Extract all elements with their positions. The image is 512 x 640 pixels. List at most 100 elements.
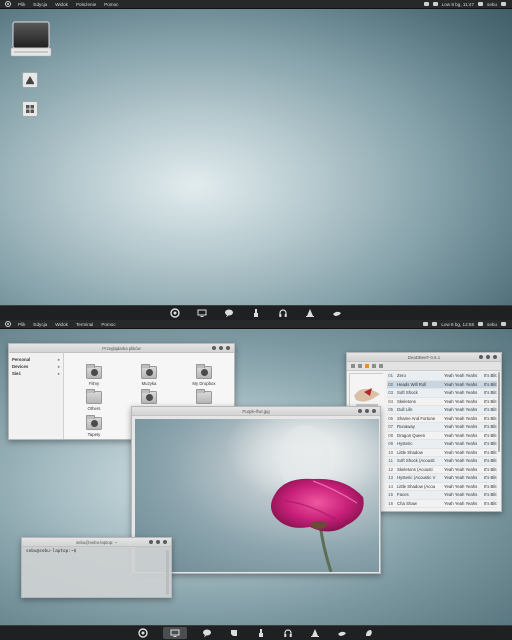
menu-file[interactable]: Plik bbox=[14, 322, 29, 327]
menu-location[interactable]: Położenie bbox=[72, 2, 100, 7]
clock[interactable]: Low 8 bg, 12:58 bbox=[441, 322, 474, 327]
chrome-icon[interactable] bbox=[136, 627, 150, 639]
clock[interactable]: Low 8 bg, 11:47 bbox=[442, 2, 474, 7]
dolphin-icon[interactable] bbox=[335, 627, 349, 639]
terminal-output[interactable]: sebu@sebu-laptop:~$ bbox=[22, 547, 171, 556]
track-album: It's Blit bbox=[484, 432, 497, 438]
playlist-row[interactable]: 09 Hysteric Yeah Yeah Yeahs It's Blit bbox=[387, 440, 497, 449]
pause-icon[interactable] bbox=[365, 364, 369, 368]
cone-icon[interactable] bbox=[303, 307, 317, 319]
playlist-row[interactable]: 06 Shame And Fortune Yeah Yeah Yeahs It's B… bbox=[387, 415, 497, 423]
hard-drive-icon[interactable] bbox=[10, 21, 52, 59]
windows-partition-icon[interactable] bbox=[22, 101, 38, 117]
ubuntu-logo-icon[interactable] bbox=[5, 1, 11, 7]
chat-icon[interactable] bbox=[222, 307, 236, 319]
headphones-icon[interactable] bbox=[276, 307, 290, 319]
folder-item[interactable]: Muzyka bbox=[129, 364, 169, 386]
headphones-icon[interactable] bbox=[281, 627, 295, 639]
track-title: Skeletons (Acousti bbox=[397, 466, 433, 472]
terminal-titlebar[interactable]: sebu@sebu-laptop: ~ bbox=[22, 538, 171, 547]
next-icon[interactable] bbox=[379, 364, 383, 368]
file-manager-titlebar[interactable]: Przeglądarka plików bbox=[9, 344, 234, 353]
cone-app-icon[interactable] bbox=[22, 72, 38, 88]
chat-icon[interactable] bbox=[200, 627, 214, 639]
close-button[interactable] bbox=[226, 346, 230, 350]
username[interactable]: sebu bbox=[487, 322, 497, 327]
minimize-button[interactable] bbox=[212, 346, 216, 350]
playlist-row[interactable]: 10 Little Shadow Yeah Yeah Yeahs It's Blit bbox=[387, 449, 497, 457]
brush-icon[interactable] bbox=[254, 627, 268, 639]
minimize-button[interactable] bbox=[479, 355, 483, 359]
power-icon[interactable] bbox=[501, 322, 506, 326]
menu-help[interactable]: Pomoc bbox=[100, 2, 122, 7]
menu-view[interactable]: Widok bbox=[51, 322, 72, 327]
monitor-icon[interactable] bbox=[195, 307, 209, 319]
play-icon[interactable] bbox=[358, 364, 362, 368]
battery-icon[interactable] bbox=[432, 2, 438, 6]
folder-item[interactable]: My Dropbox bbox=[184, 364, 224, 386]
image-viewer-titlebar[interactable]: Purple-flwr.jpg bbox=[132, 407, 380, 416]
playlist-row[interactable]: 07 Runaway Yeah Yeah Yeahs It's Blit bbox=[387, 423, 497, 432]
track-artist: Yeah Yeah Yeahs bbox=[444, 483, 478, 489]
brush-icon[interactable] bbox=[249, 307, 263, 319]
playlist-row[interactable]: 14 Little Shadow (Acou Yeah Yeah Yeahs It's… bbox=[387, 483, 497, 491]
folder-item[interactable]: Filmy bbox=[74, 364, 114, 386]
playlist-row[interactable]: 01 Zero Yeah Yeah Yeahs It's Blit bbox=[387, 372, 497, 381]
maximize-button[interactable] bbox=[156, 540, 160, 544]
folder-icon bbox=[141, 364, 157, 379]
battery-icon[interactable] bbox=[432, 322, 438, 326]
minimize-button[interactable] bbox=[149, 540, 153, 544]
notes-icon[interactable] bbox=[227, 627, 241, 639]
menu-file[interactable]: Plik bbox=[14, 2, 29, 7]
playlist-row[interactable]: 16 Cha Shaw Yeah Yeah Yeahs It's Blit bbox=[387, 500, 497, 508]
user-icon[interactable] bbox=[478, 322, 484, 326]
playlist-row[interactable]: 13 Hysteric (Acoustic V Yeah Yeah Yeahs It'… bbox=[387, 474, 497, 483]
user-icon[interactable] bbox=[478, 2, 484, 6]
playlist-row[interactable]: 15 Faces Yeah Yeah Yeahs It's Blit bbox=[387, 491, 497, 500]
mail-icon[interactable] bbox=[423, 2, 429, 6]
close-button[interactable] bbox=[372, 409, 376, 413]
menu-edit[interactable]: Edycja bbox=[29, 2, 51, 7]
folder-item[interactable]: Tapety bbox=[74, 415, 114, 437]
monitor-icon[interactable] bbox=[163, 627, 187, 639]
chrome-icon[interactable] bbox=[168, 307, 182, 319]
playlist-row[interactable]: 03 Soft Shock Yeah Yeah Yeahs It's Blit bbox=[387, 389, 497, 398]
playlist-row[interactable]: 05 Dull Life Yeah Yeah Yeahs It's Blit bbox=[387, 406, 497, 415]
maximize-button[interactable] bbox=[365, 409, 369, 413]
power-icon[interactable] bbox=[501, 2, 506, 6]
deadbeef-titlebar[interactable]: DeaDBeeF-0.6.1 bbox=[347, 353, 501, 362]
window-title: sebu@sebu-laptop: ~ bbox=[75, 539, 118, 545]
close-button[interactable] bbox=[493, 355, 497, 359]
sidebar-item-personal[interactable]: Personal ▸ bbox=[12, 356, 60, 363]
sidebar-item-devices[interactable]: Devices ▸ bbox=[12, 363, 60, 370]
maximize-button[interactable] bbox=[486, 355, 490, 359]
prev-icon[interactable] bbox=[372, 364, 376, 368]
playlist-row[interactable]: 04 Skeletons Yeah Yeah Yeahs It's Blit bbox=[387, 398, 497, 406]
sidebar-item-network[interactable]: Sieć ▸ bbox=[12, 370, 60, 377]
username[interactable]: sebu bbox=[487, 2, 497, 7]
playlist-row[interactable]: 08 Dragon Queen Yeah Yeah Yeahs It's Blit bbox=[387, 432, 497, 440]
ubuntu-logo-icon[interactable] bbox=[5, 321, 11, 327]
maximize-button[interactable] bbox=[219, 346, 223, 350]
folder-item[interactable]: Others bbox=[74, 389, 114, 411]
playlist-row[interactable]: 02 Heads Will Roll Yeah Yeah Yeahs It's Bli… bbox=[387, 380, 497, 389]
cone-icon[interactable] bbox=[308, 627, 322, 639]
playlist-scrollbar[interactable] bbox=[498, 372, 500, 452]
track-title: Hysteric (Acoustic V bbox=[397, 475, 436, 481]
terminal-window[interactable]: sebu@sebu-laptop: ~ sebu@sebu-laptop:~$ bbox=[21, 537, 172, 598]
stop-icon[interactable] bbox=[351, 364, 355, 368]
menu-terminal[interactable]: Terminal bbox=[72, 322, 97, 327]
terminal-scrollbar[interactable] bbox=[166, 550, 169, 595]
mail-icon[interactable] bbox=[423, 322, 429, 326]
dolphin-icon[interactable] bbox=[330, 307, 344, 319]
menu-edit[interactable]: Edycja bbox=[29, 322, 51, 327]
shell-icon[interactable] bbox=[362, 627, 376, 639]
panel-indicators: Low 8 bg, 11:47 sebu bbox=[423, 2, 512, 7]
top-panel: Plik Edycja Widok Położenie Pomoc Low 8 … bbox=[0, 0, 512, 9]
playlist-row[interactable]: 11 Soft Shock (Acousti Yeah Yeah Yeahs It's… bbox=[387, 457, 497, 466]
menu-help[interactable]: Pomoc bbox=[97, 322, 119, 327]
close-button[interactable] bbox=[163, 540, 167, 544]
playlist-row[interactable]: 12 Skeletons (Acousti Yeah Yeah Yeahs It's … bbox=[387, 466, 497, 474]
minimize-button[interactable] bbox=[358, 409, 362, 413]
menu-view[interactable]: Widok bbox=[51, 2, 72, 7]
